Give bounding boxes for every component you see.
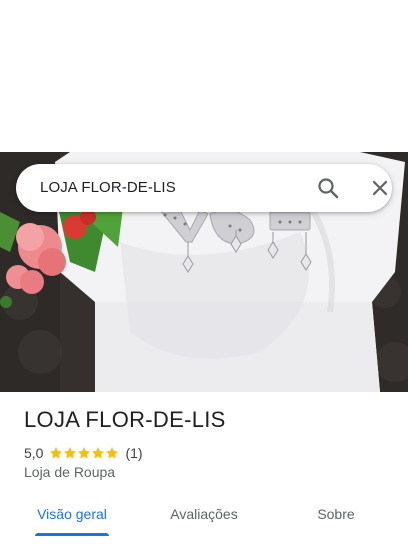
close-icon[interactable] [368,176,392,200]
star-icon [50,447,63,459]
star-rating [49,446,119,460]
blank-header-area [0,0,408,152]
tab-about[interactable]: Sobre [296,492,376,536]
rating-value: 5,0 [24,445,44,461]
place-category: Loja de Roupa [24,464,116,480]
search-query-text[interactable]: LOJA FLOR-DE-LIS [40,164,176,212]
star-icon [78,447,91,459]
tab-reviews[interactable]: Avaliações [150,492,258,536]
place-name: LOJA FLOR-DE-LIS [24,407,226,432]
tab-overview[interactable]: Visão geral [24,492,120,536]
rating-row[interactable]: 5,0 (1) [24,443,143,463]
star-icon [92,447,105,459]
search-icon[interactable] [316,176,340,200]
review-count[interactable]: (1) [125,445,142,461]
star-icon [64,447,77,459]
place-tabs: Visão geral Avaliações Sobre [0,492,408,544]
search-bar[interactable]: LOJA FLOR-DE-LIS [16,164,392,212]
active-tab-indicator [35,533,109,536]
star-icon [106,447,119,459]
